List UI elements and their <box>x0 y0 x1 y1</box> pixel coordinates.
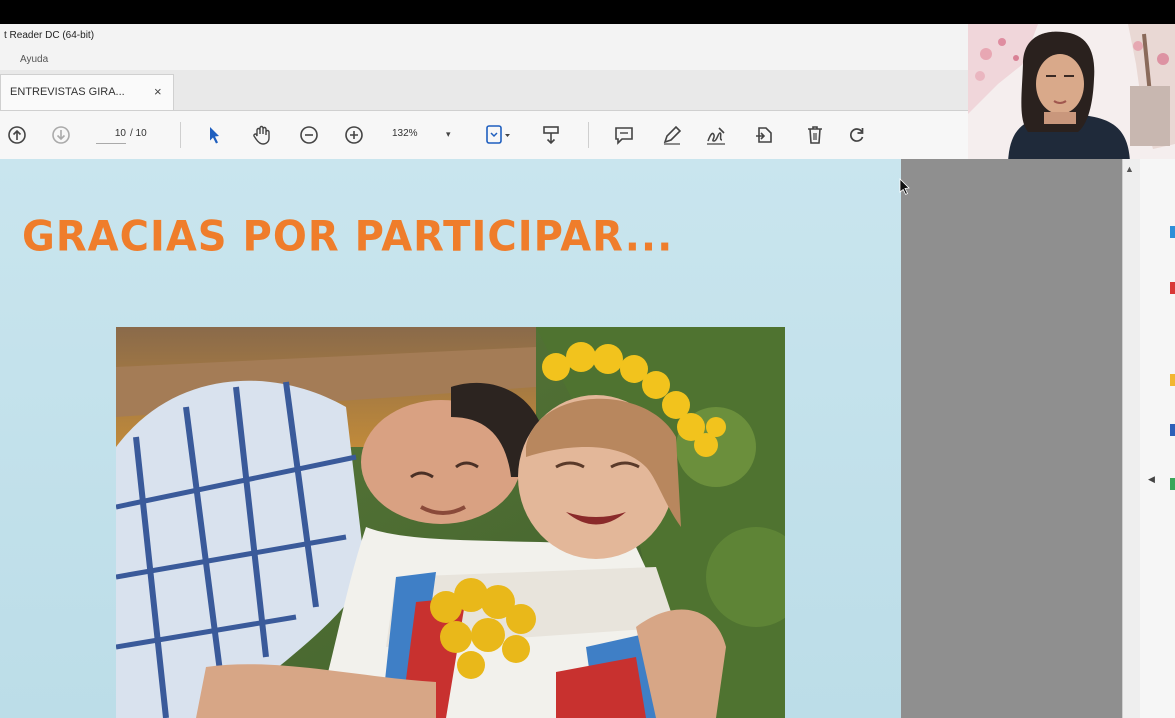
delete-icon[interactable] <box>804 123 826 147</box>
highlight-tool-icon[interactable] <box>539 123 563 147</box>
slide-photo <box>116 327 785 718</box>
collapse-pane-icon[interactable]: ◀ <box>1148 474 1155 485</box>
sign-icon[interactable] <box>704 123 730 147</box>
rotate-icon[interactable] <box>846 124 868 146</box>
tool-color-swatch[interactable] <box>1170 226 1175 238</box>
page-up-icon[interactable] <box>6 124 28 146</box>
tab-document-label: ENTREVISTAS GIRA... <box>10 86 125 98</box>
fit-page-icon[interactable] <box>483 123 513 147</box>
tool-color-swatch[interactable] <box>1170 478 1175 490</box>
toolbar-divider <box>180 122 181 148</box>
comment-icon[interactable] <box>612 124 636 146</box>
tool-color-swatch[interactable] <box>1170 374 1175 386</box>
page-number-input[interactable]: 10 <box>96 125 126 144</box>
hand-tool-icon[interactable] <box>250 123 274 147</box>
window-titlebar <box>0 24 968 71</box>
tool-color-swatch[interactable] <box>1170 282 1175 294</box>
slide-title: GRACIAS POR PARTICIPAR... <box>22 212 674 262</box>
viewer-background <box>901 159 1122 718</box>
zoom-out-icon[interactable] <box>298 124 320 146</box>
pen-icon[interactable] <box>660 123 684 147</box>
right-tools-pane <box>1140 159 1175 718</box>
menu-item-ayuda[interactable]: Ayuda <box>20 54 48 65</box>
share-icon[interactable] <box>752 123 776 147</box>
window-title: t Reader DC (64-bit) <box>4 30 95 41</box>
page-total-label: / 10 <box>130 128 147 139</box>
mouse-cursor-icon <box>899 178 911 201</box>
scroll-up-icon[interactable]: ▲ <box>1125 164 1134 174</box>
toolbar-divider <box>588 122 589 148</box>
zoom-level-select[interactable]: 132% <box>392 125 462 143</box>
tool-color-swatch[interactable] <box>1170 424 1175 436</box>
zoom-in-icon[interactable] <box>343 124 365 146</box>
select-arrow-icon[interactable] <box>203 124 225 146</box>
webcam-video-feed <box>968 24 1175 162</box>
vertical-scrollbar[interactable] <box>1122 159 1140 718</box>
screen-top-bar <box>0 0 1175 24</box>
chevron-down-icon[interactable]: ▾ <box>446 125 451 143</box>
page-down-icon[interactable] <box>50 124 72 146</box>
tab-close-button[interactable]: × <box>154 84 162 99</box>
